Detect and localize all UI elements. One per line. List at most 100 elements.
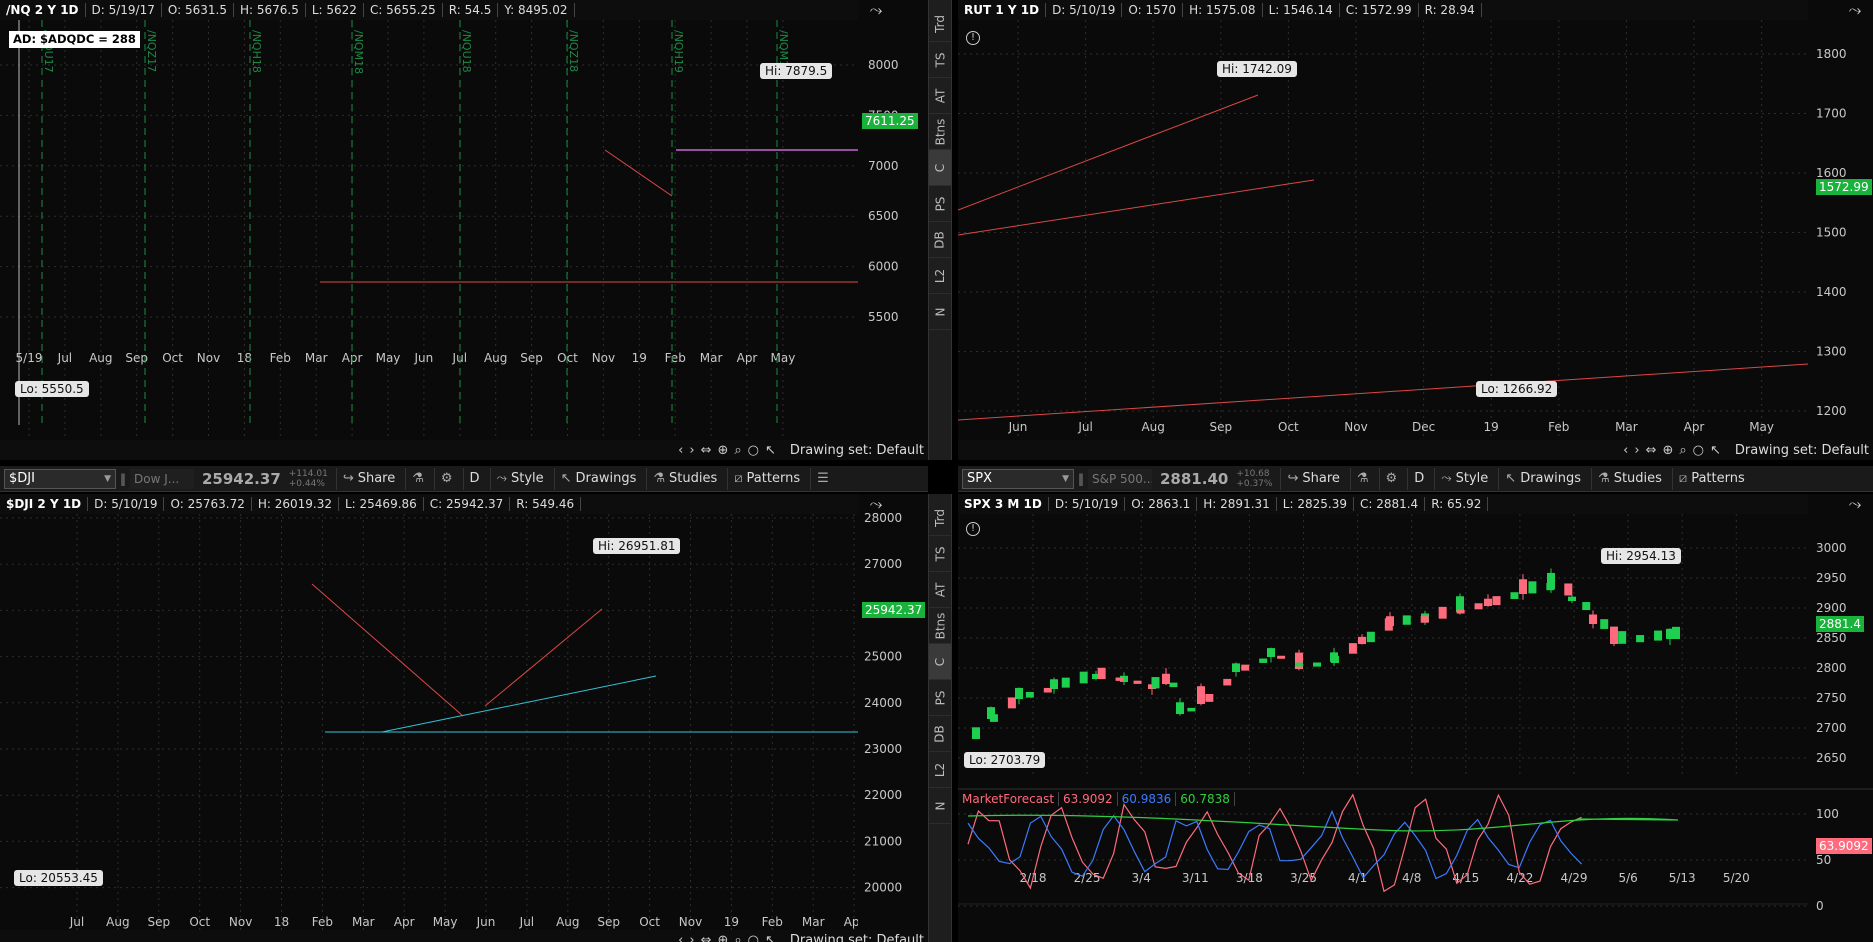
x-tick-label: 3/11 (1182, 871, 1209, 885)
link-icon[interactable]: ‖ (1078, 472, 1084, 486)
scroll-left-icon[interactable]: ‹ (678, 443, 683, 458)
zoom-icon[interactable]: ⌕ (1679, 443, 1686, 458)
scroll-right-icon[interactable]: › (689, 933, 694, 942)
sidebar-tab-n[interactable]: N (929, 294, 951, 330)
cursor-icon[interactable]: ↖ (765, 933, 776, 942)
x-tick-label: Oct (557, 351, 578, 365)
scroll-left-icon[interactable]: ‹ (678, 933, 683, 942)
sidebar-tab-db[interactable]: DB (929, 716, 951, 752)
crosshair-icon[interactable]: ⊕ (717, 443, 728, 458)
sidebar-tab-ts[interactable]: TS (929, 536, 951, 572)
period-button[interactable]: D (462, 467, 486, 490)
x-tick-label: 4/8 (1402, 871, 1421, 885)
sidebar-tab-db[interactable]: DB (929, 222, 951, 258)
candle (1528, 581, 1537, 594)
style-button[interactable]: ⤳ Style (1434, 467, 1494, 490)
study-name[interactable]: MarketForecast (958, 792, 1060, 806)
candle (1267, 648, 1275, 657)
studies-button[interactable]: ⚗ Studies (646, 467, 723, 490)
sidebar-tab-l2[interactable]: L2 (929, 752, 951, 788)
sidebar-tab-ps[interactable]: PS (929, 186, 951, 222)
sidebar-tab-l2[interactable]: L2 (929, 258, 951, 294)
magnifier-icon[interactable]: ○ (1693, 443, 1704, 458)
y-tick-label: 2650 (1816, 751, 1847, 765)
drawing-set-selector[interactable]: Drawing set: Default (1735, 443, 1869, 458)
rut-chart-panel[interactable]: RUT 1 Y 1D D: 5/10/19 O: 1570 H: 1575.08… (958, 0, 1873, 460)
cursor-icon[interactable]: ↖ (765, 443, 776, 458)
sidebar-tab-btns[interactable]: Btns (929, 114, 951, 150)
sidebar-tab-n[interactable]: N (929, 788, 951, 824)
dji-chart-panel[interactable]: $DJI 2 Y 1D D: 5/10/19 O: 25763.72 H: 26… (0, 494, 928, 942)
drawings-button[interactable]: ↖ Drawings (553, 467, 643, 490)
y-tick-label: 3000 (1816, 541, 1847, 555)
x-tick-label: Jun (414, 351, 434, 365)
nq-chart-panel[interactable]: /NQ 2 Y 1D D: 5/19/17 O: 5631.5 H: 5676.… (0, 0, 928, 460)
settings-button[interactable]: ⚙ (433, 467, 459, 490)
style-button[interactable]: ⤳ Style (489, 467, 550, 490)
y-tick-label: 8000 (868, 58, 899, 72)
y-tick-label: 2800 (1816, 661, 1847, 675)
patterns-button[interactable]: ⧄ Patterns (727, 467, 806, 490)
share-button[interactable]: ↪ Share (335, 467, 401, 490)
sidebar-tab-ps[interactable]: PS (929, 680, 951, 716)
patterns-button[interactable]: ⧄ Patterns (1671, 467, 1751, 490)
y-tick-label: 50 (1816, 853, 1831, 867)
settings-button[interactable]: ⚙ (1378, 467, 1404, 490)
drawings-button[interactable]: ↖ Drawings (1498, 467, 1587, 490)
net-change: +114.01 +0.44% (288, 468, 328, 489)
expand-icon[interactable]: ⇔ (701, 443, 712, 458)
net-change: +10.68 +0.37% (1236, 468, 1273, 489)
expiry-label: /NQH18 (250, 30, 263, 73)
candle (1456, 596, 1464, 612)
link-icon[interactable]: ‖ (120, 472, 126, 486)
scroll-left-icon[interactable]: ‹ (1623, 443, 1628, 458)
menu-button[interactable]: ☰ (810, 467, 835, 490)
sidebar-tab-trd[interactable]: Trd (929, 500, 951, 536)
symbol-description: Dow J... (130, 468, 194, 489)
y-tick-label: 1600 (1816, 166, 1847, 180)
candle (1197, 686, 1205, 704)
spx-chart-panel[interactable]: SPX 3 M 1D D: 5/10/19 O: 2863.1 H: 2891.… (958, 494, 1873, 942)
magnifier-icon[interactable]: ○ (748, 443, 759, 458)
x-tick-label: Sep (520, 351, 543, 365)
drawing-set-selector[interactable]: Drawing set: Default (790, 933, 924, 942)
candle (1241, 664, 1250, 671)
dji-price-plot[interactable]: 2800027000260002500024000230002200021000… (0, 494, 928, 942)
candle (1295, 662, 1304, 667)
expiry-label: /NQH19 (672, 30, 685, 73)
cursor-icon[interactable]: ↖ (1710, 443, 1721, 458)
scroll-right-icon[interactable]: › (689, 443, 694, 458)
hi-label: Hi: 2954.13 (1601, 548, 1681, 564)
crosshair-icon[interactable]: ⊕ (717, 933, 728, 942)
last-price-tag: 2881.4 (1816, 616, 1864, 632)
period-button[interactable]: D (1407, 467, 1430, 490)
rut-price-plot[interactable]: 1800 1700 1600 1500 1400 1300 1200 Jun Jul Aug Sep… (958, 0, 1873, 440)
flask-button[interactable]: ⚗ (1349, 467, 1375, 490)
trend-line (381, 675, 657, 733)
sidebar-tab-c[interactable]: C (929, 644, 951, 680)
sidebar-tab-btns[interactable]: Btns (929, 608, 951, 644)
drawing-set-selector[interactable]: Drawing set: Default (790, 443, 924, 458)
x-tick-label: Mar (352, 915, 375, 929)
sidebar-tab-trd[interactable]: Trd (929, 6, 951, 42)
studies-button[interactable]: ⚗ Studies (1591, 467, 1668, 490)
x-tick-label: Nov (197, 351, 220, 365)
magnifier-icon[interactable]: ○ (748, 933, 759, 942)
expand-icon[interactable]: ⇔ (1646, 443, 1657, 458)
symbol-input[interactable]: $DJI ▼ (4, 468, 116, 489)
sidebar-tab-ts[interactable]: TS (929, 42, 951, 78)
sidebar-tab-c[interactable]: C (929, 150, 951, 186)
candle (1582, 602, 1591, 611)
sidebar-tab-at[interactable]: AT (929, 78, 951, 114)
symbol-input[interactable]: SPX ▼ (962, 468, 1074, 489)
scroll-right-icon[interactable]: › (1634, 443, 1639, 458)
spx-price-plot[interactable]: 300029502900285028002750270026502/182/25… (958, 494, 1873, 942)
expand-icon[interactable]: ⇔ (701, 933, 712, 942)
crosshair-icon[interactable]: ⊕ (1662, 443, 1673, 458)
x-tick-label: Nov (1344, 420, 1367, 434)
share-button[interactable]: ↪ Share (1280, 467, 1345, 490)
sidebar-tab-at[interactable]: AT (929, 572, 951, 608)
zoom-icon[interactable]: ⌕ (734, 933, 741, 942)
flask-button[interactable]: ⚗ (405, 467, 430, 490)
zoom-icon[interactable]: ⌕ (734, 443, 741, 458)
